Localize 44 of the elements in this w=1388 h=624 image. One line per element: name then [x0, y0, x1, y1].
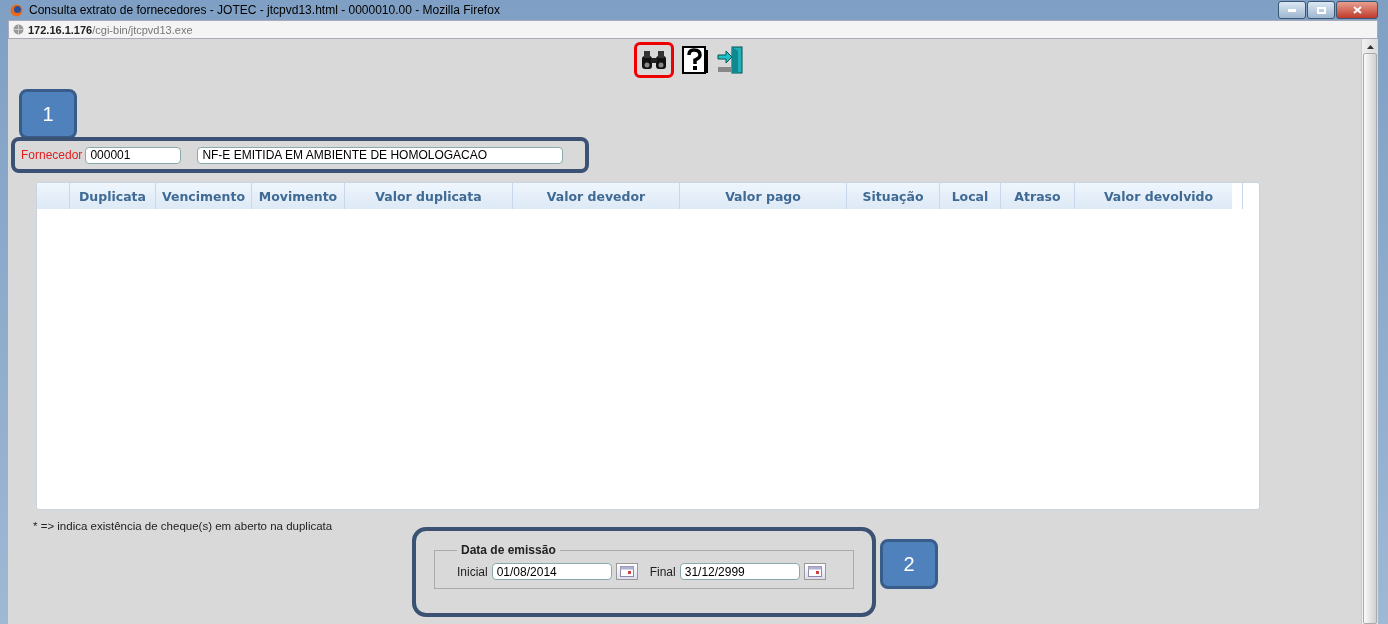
binoculars-icon: [641, 50, 667, 70]
question-mark-icon: [682, 46, 708, 74]
close-icon: [1352, 6, 1362, 14]
field-label: Fornecedor: [21, 148, 83, 162]
field-label: Inicial: [457, 564, 488, 579]
minimize-icon: [1288, 8, 1296, 12]
browser-logo-icon: [10, 3, 23, 17]
column-header[interactable]: Atraso: [1001, 183, 1075, 209]
exit-button[interactable]: [716, 45, 746, 75]
door-arrow-icon: [716, 45, 746, 75]
footnote-text: * => indica existência de cheque(s) em aberto na duplicata: [33, 520, 334, 532]
column-header[interactable]: Valor pago: [680, 183, 847, 209]
column-header[interactable]: Situação: [847, 183, 940, 209]
scrollbar[interactable]: [1361, 39, 1378, 624]
calendar-button[interactable]: [803, 563, 826, 580]
maximize-icon: [1316, 6, 1326, 14]
minimize-button[interactable]: [1278, 1, 1306, 19]
calendar-button[interactable]: [615, 563, 638, 580]
end-date-field[interactable]: 31/12/2999: [679, 563, 800, 580]
maximize-button[interactable]: [1307, 1, 1335, 19]
callout-marker: 1: [19, 89, 77, 139]
close-button[interactable]: [1336, 1, 1378, 19]
scroll-up-icon: [1366, 45, 1374, 49]
group-title: Data de emissão: [460, 543, 557, 557]
column-header[interactable]: Vencimento: [156, 183, 252, 209]
column-header[interactable]: Valor duplicata: [345, 183, 513, 209]
address-bar[interactable]: 172.16.1.176/cgi-bin/jtcpvd13.exe: [8, 20, 1378, 39]
search-button[interactable]: [634, 42, 674, 78]
column-header[interactable]: Movimento: [252, 183, 345, 209]
column-header[interactable]: Local: [940, 183, 1001, 209]
column-header[interactable]: Valor devedor: [513, 183, 680, 209]
calendar-icon: [807, 566, 822, 577]
url-text: 172.16.1.176/cgi-bin/jtcpvd13.exe: [28, 23, 193, 36]
calendar-icon: [619, 566, 634, 577]
globe-icon: [13, 24, 24, 35]
supplier-code-field[interactable]: 000001: [85, 146, 182, 164]
callout-marker: 2: [880, 539, 938, 589]
column-header[interactable]: Valor devolvido: [1075, 183, 1243, 209]
help-button[interactable]: [680, 45, 710, 75]
field-label: Final: [649, 564, 676, 579]
supplier-name-field[interactable]: NF-E EMITIDA EM AMBIENTE DE HOMOLOGACAO: [197, 146, 564, 164]
start-date-field[interactable]: 01/08/2014: [491, 563, 612, 580]
column-header[interactable]: Duplicata: [70, 183, 156, 209]
window-title: Consulta extrato de fornecedores - JOTEC - jtcpvd13.html - 0000010.00 - Mozilla Firefox: [29, 3, 500, 17]
